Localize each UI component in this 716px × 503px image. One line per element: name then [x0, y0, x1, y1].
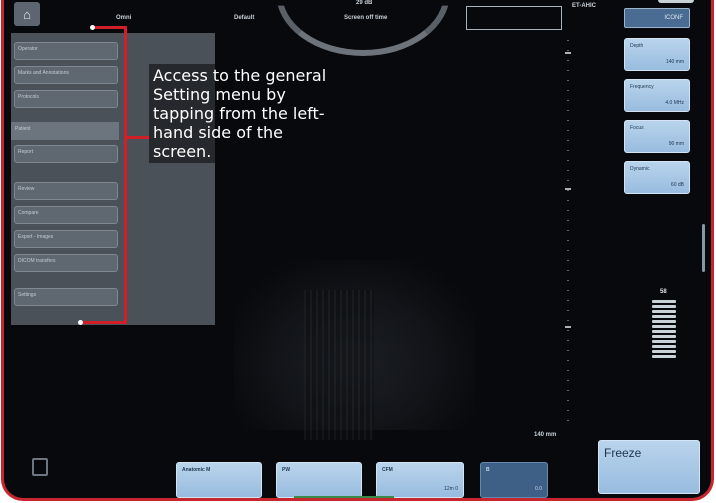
brand-logo [42, 0, 82, 4]
top-gain-readout: 29 dB [356, 0, 373, 6]
gain-bar [652, 330, 676, 333]
gain-bar [652, 325, 676, 328]
gain-slider[interactable] [652, 300, 676, 360]
param-value: 90 mm [668, 141, 684, 147]
probe-icon[interactable] [32, 458, 48, 476]
gain-bar [652, 335, 676, 338]
bottom-indicator-strip [294, 496, 394, 498]
menu-item-report[interactable]: Report [14, 145, 118, 163]
bracket-end-dot [90, 25, 95, 30]
param-value: 60 dB [670, 182, 684, 188]
param-value: 140 mm [665, 59, 684, 65]
depth-tick [565, 188, 571, 190]
menu-item-review[interactable]: Review [14, 182, 118, 200]
menu-item-protocols[interactable]: Protocols [14, 90, 118, 108]
gain-bar [652, 305, 676, 308]
ultrasound-screen: ⌂ Omni Default 29 dB Screen off time ET-… [1, 0, 714, 501]
preset-label[interactable]: Default [234, 15, 254, 21]
right-scrollbar[interactable] [702, 224, 705, 272]
gain-bar [652, 340, 676, 343]
depth-label: 140 mm [534, 432, 557, 438]
annotation-pointer [124, 136, 150, 139]
bottom-button-label: Anatomic M [182, 467, 211, 473]
probe-label: ET-AHIC [572, 3, 596, 9]
gain-value: 58 [660, 289, 667, 295]
gain-bar [652, 315, 676, 318]
freeze-button[interactable]: Freeze [598, 440, 700, 494]
home-button[interactable]: ⌂ [14, 2, 40, 26]
menu-item-compare[interactable]: Compare [14, 206, 118, 224]
depth-tick [565, 52, 571, 54]
annotation-bracket [124, 26, 127, 324]
dynamic-range-button[interactable]: Dynamic 60 dB [624, 161, 690, 194]
ultrasound-speckle [304, 290, 374, 440]
depth-scale [567, 40, 569, 430]
anatomic-m-button[interactable]: Anatomic M [176, 462, 262, 498]
top-right-tab[interactable] [658, 0, 694, 3]
gain-bar [652, 345, 676, 348]
bracket-end-dot [78, 320, 83, 325]
annotation-bracket-bottom [80, 321, 127, 324]
param-name: Dynamic [630, 166, 650, 172]
focus-button[interactable]: Focus 90 mm [624, 120, 690, 153]
pw-button[interactable]: PW [276, 462, 362, 498]
bottom-button-label: B [486, 467, 490, 473]
menu-item-export-images[interactable]: Export - Images [14, 230, 118, 248]
menu-item-settings[interactable]: Settings [14, 288, 118, 306]
menu-item-marks-annotations[interactable]: Marks and Annotations [14, 66, 118, 84]
probe-sector-arc [276, 5, 450, 56]
annotation-callout: Access to the general Setting menu by ta… [149, 64, 349, 163]
param-value: 4.0 MHz [665, 100, 684, 106]
bottom-button-value: 12m 0 [444, 486, 458, 492]
gain-bar [652, 350, 676, 353]
parameter-panel: Depth 140 mm Frequency 4.0 MHz Focus 90 … [624, 38, 690, 202]
bottom-button-value: 0.0 [535, 486, 542, 492]
cfm-button[interactable]: CFM 12m 0 [376, 462, 464, 498]
mode-label: Omni [116, 15, 132, 21]
depth-button[interactable]: Depth 140 mm [624, 38, 690, 71]
bottom-button-label: CFM [382, 467, 393, 473]
b-mode-button[interactable]: B 0.0 [480, 462, 548, 498]
top-right-button[interactable]: ICONF [624, 8, 690, 28]
gain-bar [652, 355, 676, 358]
param-name: Frequency [630, 84, 654, 90]
patient-field[interactable] [466, 6, 562, 30]
home-icon: ⌂ [23, 6, 31, 22]
param-name: Depth [630, 43, 644, 49]
gain-bar [652, 310, 676, 313]
frequency-button[interactable]: Frequency 4.0 MHz [624, 79, 690, 112]
menu-item-operator[interactable]: Operator [14, 42, 118, 60]
param-name: Focus [630, 125, 644, 131]
depth-tick [565, 326, 571, 328]
bottom-button-label: PW [282, 467, 291, 473]
menu-item-dicom-transfers[interactable]: DICOM transfers [14, 254, 118, 272]
annotation-bracket-top [92, 26, 127, 29]
gain-bar [652, 300, 676, 303]
menu-item-patient[interactable]: Patient [11, 122, 119, 140]
gain-bar [652, 320, 676, 323]
